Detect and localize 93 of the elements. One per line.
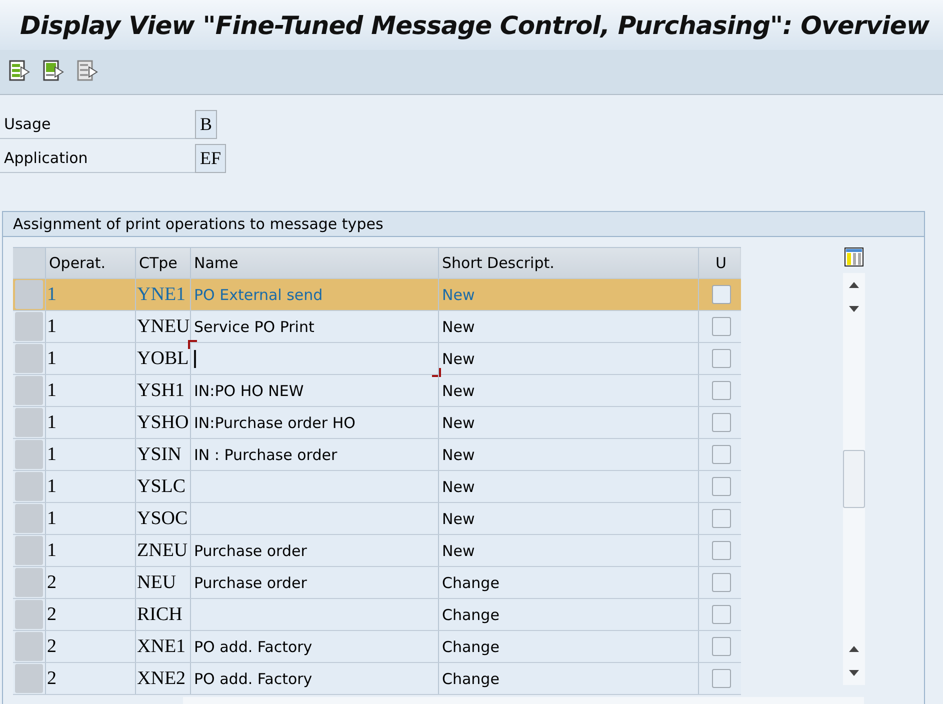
- table-cell: Service PO Print: [190, 311, 438, 342]
- scroll-thumb[interactable]: [843, 450, 865, 508]
- table-cell: 1: [45, 279, 135, 310]
- table-cell: Change: [438, 631, 698, 662]
- list-export-icon[interactable]: [42, 60, 66, 84]
- checkbox[interactable]: [712, 445, 730, 464]
- table-row[interactable]: 2 XNE1 PO add. Factory Change: [13, 631, 741, 663]
- column-header[interactable]: Short Descript.: [438, 248, 698, 278]
- column-header[interactable]: Operat.: [45, 248, 135, 278]
- table-row[interactable]: 1 YSIN IN : Purchase order New: [13, 439, 741, 471]
- window-title: Display View "Fine-Tuned Message Control, Purchasing": Overview: [20, 10, 930, 40]
- checkbox[interactable]: [712, 285, 730, 304]
- table-cell: 2: [45, 663, 135, 694]
- table-cell: Change: [438, 567, 698, 598]
- table-cell: New: [438, 343, 698, 374]
- table-cell: New: [438, 279, 698, 310]
- table-cell: PO add. Factory: [190, 663, 438, 694]
- table-cell: Change: [438, 663, 698, 694]
- table-cell: YSIN: [135, 439, 190, 470]
- table-row[interactable]: 1 YNEU Service PO Print New: [13, 311, 741, 343]
- table-row[interactable]: 2 RICH Change: [13, 599, 741, 631]
- table-cell: PO External send: [190, 279, 438, 310]
- table-cell: YSLC: [135, 471, 190, 502]
- table-cell: 1: [45, 503, 135, 534]
- column-settings-icon[interactable]: [843, 247, 865, 269]
- table-cell: New: [438, 407, 698, 438]
- column-header[interactable]: U: [698, 248, 740, 278]
- checkbox[interactable]: [712, 413, 730, 432]
- table-row[interactable]: 1 YSH1 IN:PO HO NEW New: [13, 375, 741, 407]
- table-cell: XNE1: [135, 631, 190, 662]
- table-cell: YNEU: [135, 311, 190, 342]
- focused-cell[interactable]: [190, 343, 438, 374]
- column-header[interactable]: Name: [190, 248, 438, 278]
- table-cell: YSHO: [135, 407, 190, 438]
- table-cell: IN : Purchase order: [190, 439, 438, 470]
- table-cell: 1: [45, 407, 135, 438]
- table-cell: Change: [438, 599, 698, 630]
- table-cell: YSH1: [135, 375, 190, 406]
- checkbox[interactable]: [712, 541, 730, 560]
- scroll-up-icon[interactable]: [849, 282, 859, 288]
- table-cell: YOBL: [135, 343, 190, 374]
- table-cell: New: [438, 311, 698, 342]
- checkbox[interactable]: [712, 317, 730, 336]
- table-cell: New: [438, 375, 698, 406]
- table-cell: 1: [45, 375, 135, 406]
- table-row[interactable]: 1 YSOC New: [13, 503, 741, 535]
- table-row[interactable]: 1 YSHO IN:Purchase order HO New: [13, 407, 741, 439]
- table-cell: New: [438, 503, 698, 534]
- table-cell: ZNEU: [135, 535, 190, 566]
- vertical-scrollbar[interactable]: [843, 273, 865, 685]
- checkbox[interactable]: [712, 509, 730, 528]
- input-field[interactable]: EF: [195, 144, 226, 172]
- input-field[interactable]: B: [195, 110, 218, 138]
- table-cell: 2: [45, 631, 135, 662]
- checkbox[interactable]: [712, 669, 730, 688]
- table-cell: Purchase order: [190, 567, 438, 598]
- panel-title: Assignment of print operations to message types: [3, 212, 924, 237]
- table-cell: 1: [45, 311, 135, 342]
- table-cell: IN:Purchase order HO: [190, 407, 438, 438]
- checkbox[interactable]: [712, 381, 730, 400]
- table-cell: 2: [45, 599, 135, 630]
- table-cell: YNE1: [135, 279, 190, 310]
- table-cell: NEU: [135, 567, 190, 598]
- table-cell: New: [438, 535, 698, 566]
- table-row[interactable]: 1 ZNEU Purchase order New: [13, 535, 741, 567]
- table-row[interactable]: 2 NEU Purchase order Change: [13, 567, 741, 599]
- table-row[interactable]: 1 YSLC New: [13, 471, 741, 503]
- scroll-down-icon[interactable]: [849, 670, 859, 676]
- checkbox[interactable]: [712, 573, 730, 592]
- table-cell: PO add. Factory: [190, 631, 438, 662]
- table-cell: XNE2: [135, 663, 190, 694]
- table-cell: New: [438, 471, 698, 502]
- scroll-down-icon[interactable]: [849, 306, 859, 312]
- checkbox[interactable]: [712, 637, 730, 656]
- list-export-icon[interactable]: [76, 60, 100, 84]
- table-cell: 2: [45, 567, 135, 598]
- checkbox[interactable]: [712, 349, 730, 368]
- table-cell: 1: [45, 343, 135, 374]
- table-cell: RICH: [135, 599, 190, 630]
- table-cell: IN:PO HO NEW: [190, 375, 438, 406]
- checkbox[interactable]: [712, 605, 730, 624]
- table-cell: YSOC: [135, 503, 190, 534]
- table-cell: 1: [45, 471, 135, 502]
- scroll-up-icon[interactable]: [849, 646, 859, 652]
- table-cell: Purchase order: [190, 535, 438, 566]
- column-header[interactable]: CTpe: [135, 248, 190, 278]
- table-cell: 1: [45, 439, 135, 470]
- checkbox[interactable]: [712, 477, 730, 496]
- table-row[interactable]: 2 XNE2 PO add. Factory Change: [13, 663, 741, 695]
- list-export-icon[interactable]: [8, 60, 32, 84]
- table-row[interactable]: 1 YOBL New: [13, 343, 741, 375]
- table-cell: 1: [45, 535, 135, 566]
- table-cell: New: [438, 439, 698, 470]
